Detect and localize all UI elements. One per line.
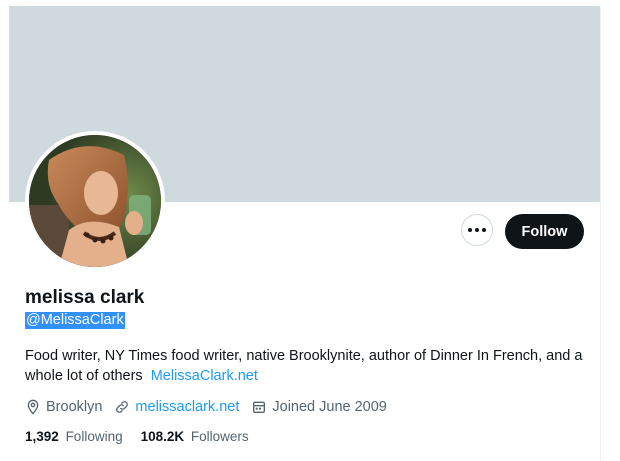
page: Follow melissa clark @MelissaClark Food … [0,0,620,461]
more-options-button[interactable] [461,214,493,246]
bio-text: Food writer, NY Times food writer, nativ… [25,348,583,384]
follow-stats: 1,392 Following 108.2K Followers [25,429,267,444]
user-handle: @MelissaClark [25,312,125,329]
joined-text: Joined June 2009 [272,399,387,415]
follow-button[interactable]: Follow [505,214,584,249]
following-count: 1,392 [25,429,59,444]
display-name: melissa clark [25,287,145,308]
website-item[interactable]: melissaclark.net [114,399,239,415]
more-horizontal-icon [468,228,486,232]
location-item: Brooklyn [25,399,102,415]
location-text: Brooklyn [46,399,103,415]
link-icon [116,401,129,413]
followers-count: 108.2K [140,429,185,444]
followers-link[interactable]: 108.2K Followers [141,429,249,444]
joined-item: Joined June 2009 [251,399,387,415]
bio-link[interactable]: MelissaClark.net [151,368,258,384]
website-link[interactable]: melissaclark.net [135,399,239,415]
calendar-icon [253,401,266,413]
profile-column: Follow melissa clark @MelissaClark Food … [9,6,601,461]
avatar-photo [29,135,161,267]
following-label: Following [65,429,123,444]
avatar[interactable] [25,131,165,271]
profile-meta: Brooklyn melissaclark.net Joined June 20… [25,397,399,417]
location-pin-icon [27,399,39,415]
profile-bio: Food writer, NY Times food writer, nativ… [25,346,585,386]
followers-label: Followers [190,429,249,444]
following-link[interactable]: 1,392 Following [25,429,123,444]
